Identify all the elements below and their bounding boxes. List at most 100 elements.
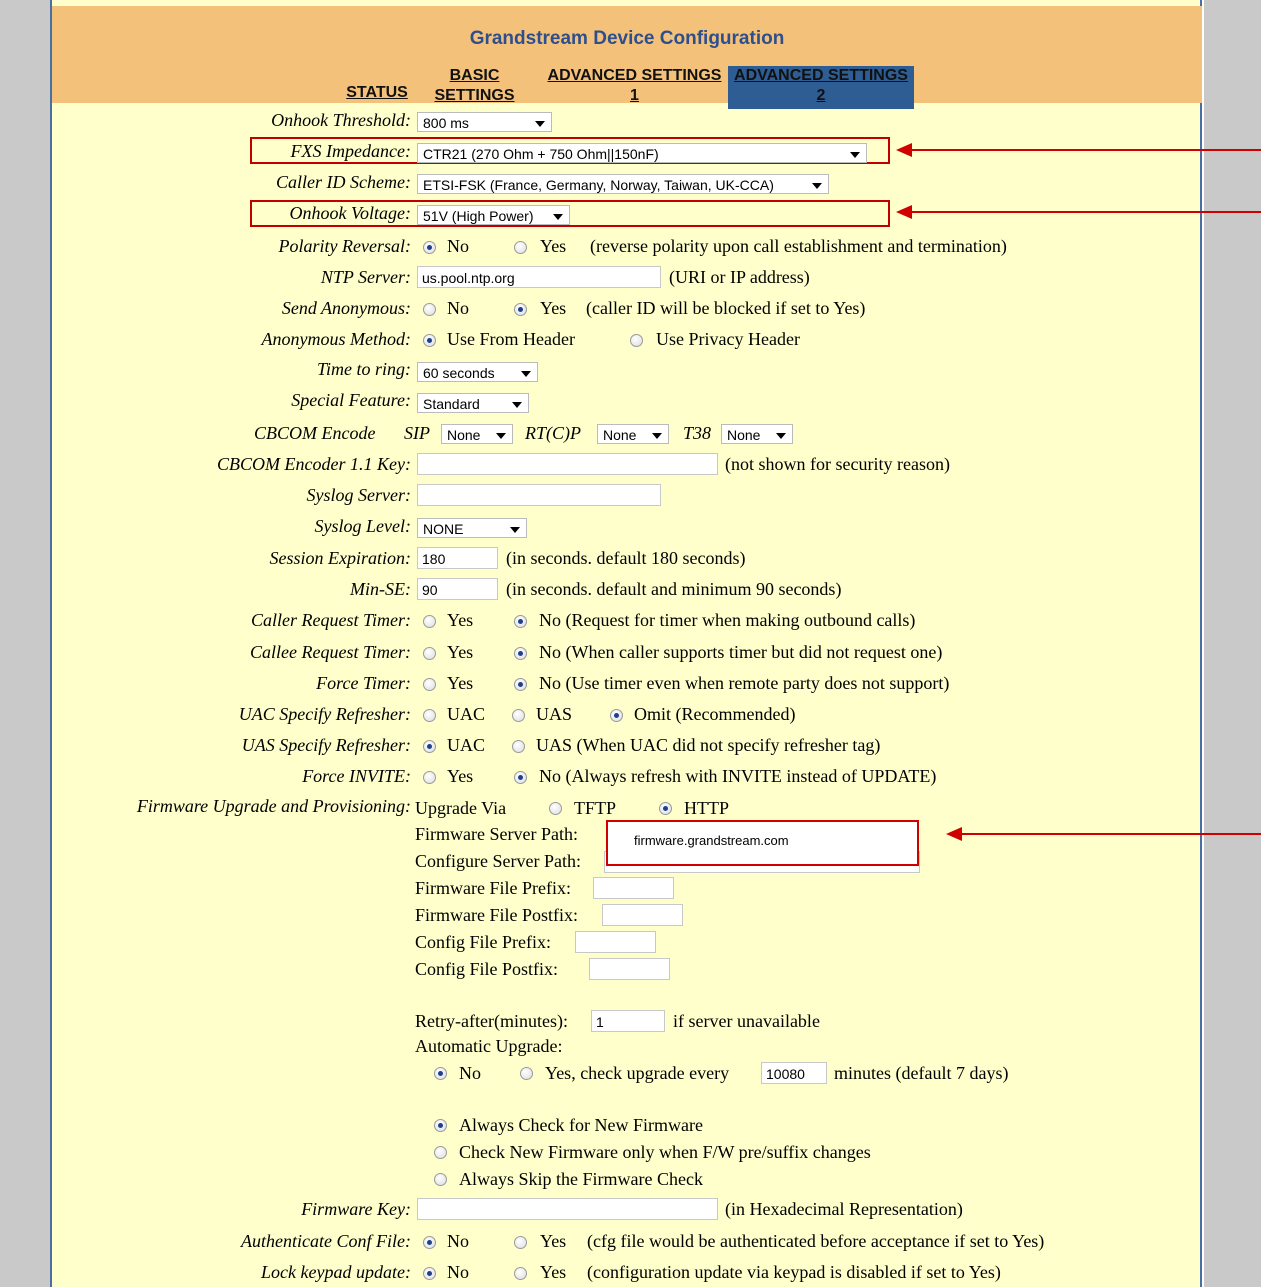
auth-conf-label: Authenticate Conf File: [241, 1231, 411, 1251]
caller-timer-label: Caller Request Timer: [251, 610, 411, 630]
annotation-arrow-line [910, 211, 1261, 213]
cbcom-rtcp-select[interactable]: None [597, 424, 669, 444]
annotation-arrow-line [910, 149, 1261, 151]
lock-keypad-no-radio[interactable] [423, 1267, 436, 1280]
firmware-key-input[interactable] [417, 1198, 718, 1220]
min-se-label: Min-SE: [350, 579, 411, 599]
uac-refresher-uac-radio[interactable] [423, 709, 436, 722]
cbcom-key-input[interactable] [417, 453, 718, 475]
fxs-impedance-value: CTR21 (270 Ohm + 750 Ohm||150nF) [423, 146, 659, 162]
uac-refresher-uac-text: UAC [447, 704, 486, 724]
ntp-input[interactable]: us.pool.ntp.org [417, 266, 661, 288]
tab-basic-settings[interactable]: BASIC SETTINGS [432, 66, 517, 106]
force-timer-yes-radio[interactable] [423, 678, 436, 691]
uas-refresher-uac-radio[interactable] [423, 740, 436, 753]
onhook-threshold-select[interactable]: 800 ms [417, 112, 552, 132]
time-to-ring-select[interactable]: 60 seconds [417, 362, 538, 382]
caller-timer-no-text: No (Request for timer when making outbou… [539, 610, 916, 630]
lock-keypad-no-text: No [447, 1262, 469, 1282]
callee-timer-no-text: No (When caller supports timer but did n… [539, 642, 943, 662]
firmware-key-label: Firmware Key: [301, 1199, 411, 1219]
always-check-radio[interactable] [434, 1119, 447, 1132]
force-timer-no-radio[interactable] [514, 678, 527, 691]
anon-method-from-text: Use From Header [447, 329, 575, 349]
anon-method-label: Anonymous Method: [261, 329, 411, 349]
cbcom-sip-select[interactable]: None [441, 424, 513, 444]
auth-conf-yes-radio[interactable] [514, 1236, 527, 1249]
auto-upgrade-no-radio[interactable] [434, 1067, 447, 1080]
syslog-level-select[interactable]: NONE [417, 518, 527, 538]
retry-note: if server unavailable [673, 1011, 820, 1031]
caller-timer-no-radio[interactable] [514, 615, 527, 628]
right-margin [1204, 0, 1261, 1287]
upgrade-http-radio[interactable] [659, 802, 672, 815]
auto-upgrade-no-text: No [459, 1063, 481, 1083]
check-when-radio[interactable] [434, 1146, 447, 1159]
callee-timer-yes-text: Yes [447, 642, 474, 662]
auth-conf-no-radio[interactable] [423, 1236, 436, 1249]
send-anon-note: (caller ID will be blocked if set to Yes… [586, 298, 866, 318]
auth-conf-no-text: No [447, 1231, 469, 1251]
chevron-down-icon [776, 433, 786, 439]
caller-id-label: Caller ID Scheme: [276, 172, 411, 192]
onhook-threshold-label: Onhook Threshold: [271, 110, 411, 130]
onhook-voltage-select[interactable]: 51V (High Power) [417, 205, 570, 225]
fxs-impedance-select[interactable]: CTR21 (270 Ohm + 750 Ohm||150nF) [417, 143, 867, 163]
onhook-threshold-value: 800 ms [423, 115, 469, 131]
syslog-server-label: Syslog Server: [306, 485, 411, 505]
send-anon-yes-radio[interactable] [514, 303, 527, 316]
send-anon-yes-text: Yes [540, 298, 567, 318]
caller-id-select[interactable]: ETSI-FSK (France, Germany, Norway, Taiwa… [417, 174, 829, 194]
uac-refresher-uas-text: UAS [536, 704, 573, 724]
polarity-label: Polarity Reversal: [278, 236, 411, 256]
cfg-postfix-input[interactable] [589, 958, 670, 980]
always-skip-radio[interactable] [434, 1173, 447, 1186]
tab-advanced-settings-1[interactable]: ADVANCED SETTINGS 1 [542, 66, 727, 106]
uac-refresher-omit-text: Omit (Recommended) [634, 704, 796, 724]
send-anon-no-radio[interactable] [423, 303, 436, 316]
anon-method-privacy-text: Use Privacy Header [656, 329, 800, 349]
caller-timer-yes-radio[interactable] [423, 615, 436, 628]
cbcom-t38-select[interactable]: None [721, 424, 793, 444]
cfg-prefix-label: Config File Prefix: [415, 932, 551, 952]
syslog-server-input[interactable] [417, 484, 661, 506]
force-invite-yes-radio[interactable] [423, 771, 436, 784]
time-to-ring-value: 60 seconds [423, 365, 495, 381]
uas-refresher-uas-radio[interactable] [512, 740, 525, 753]
cbcom-t38-label: T38 [683, 423, 712, 443]
send-anon-no-text: No [447, 298, 469, 318]
uas-refresher-label: UAS Specify Refresher: [241, 735, 411, 755]
callee-timer-no-radio[interactable] [514, 647, 527, 660]
ntp-label: NTP Server: [320, 267, 411, 287]
arrow-left-icon [896, 143, 912, 157]
chevron-down-icon [553, 214, 563, 220]
onhook-voltage-label: Onhook Voltage: [289, 203, 411, 223]
fw-server-path-callout[interactable]: firmware.grandstream.com [606, 820, 919, 866]
auth-conf-yes-text: Yes [540, 1231, 567, 1251]
uac-refresher-omit-radio[interactable] [610, 709, 623, 722]
cfg-prefix-input[interactable] [575, 931, 656, 953]
force-invite-no-radio[interactable] [514, 771, 527, 784]
anon-method-privacy-radio[interactable] [630, 334, 643, 347]
fw-prefix-label: Firmware File Prefix: [415, 878, 571, 898]
fw-server-path-label: Firmware Server Path: [415, 824, 578, 844]
tab-status[interactable]: STATUS [342, 83, 412, 103]
polarity-no-radio[interactable] [423, 241, 436, 254]
tab-advanced-settings-2[interactable]: ADVANCED SETTINGS 2 [728, 66, 914, 109]
min-se-input[interactable]: 90 [417, 578, 498, 600]
auto-upgrade-minutes-input[interactable]: 10080 [761, 1062, 827, 1084]
uac-refresher-uas-radio[interactable] [512, 709, 525, 722]
callee-timer-yes-radio[interactable] [423, 647, 436, 660]
auto-upgrade-yes-radio[interactable] [520, 1067, 533, 1080]
special-feature-select[interactable]: Standard [417, 393, 529, 413]
cbcom-sip-label: SIP [404, 423, 430, 443]
lock-keypad-yes-radio[interactable] [514, 1267, 527, 1280]
session-exp-input[interactable]: 180 [417, 547, 498, 569]
retry-input[interactable]: 1 [591, 1010, 665, 1032]
fw-prefix-input[interactable] [593, 877, 674, 899]
upgrade-tftp-radio[interactable] [549, 802, 562, 815]
auto-upgrade-note: minutes (default 7 days) [834, 1063, 1009, 1083]
anon-method-from-radio[interactable] [423, 334, 436, 347]
fw-postfix-input[interactable] [602, 904, 683, 926]
polarity-yes-radio[interactable] [514, 241, 527, 254]
